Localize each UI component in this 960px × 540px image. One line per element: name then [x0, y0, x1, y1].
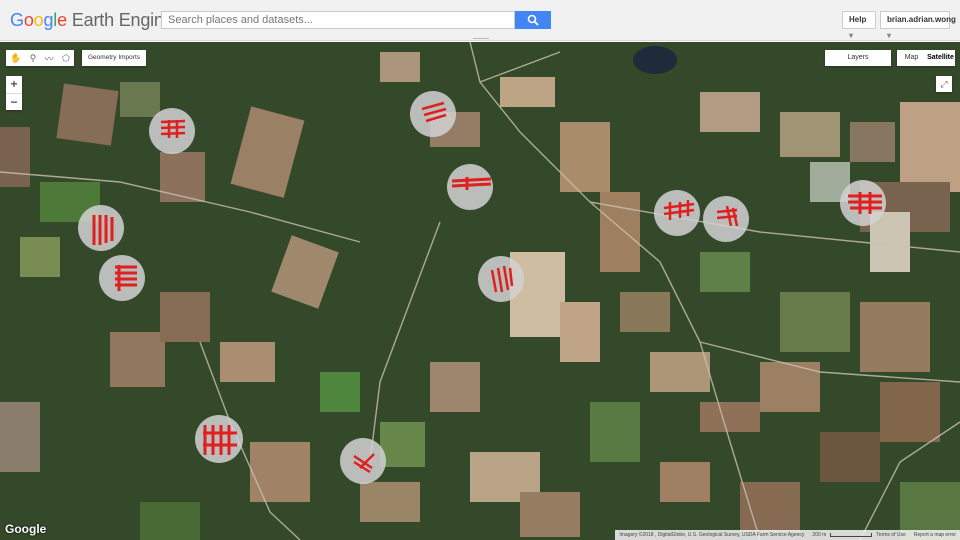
zoom-control: + − [6, 76, 22, 110]
detected-rows-icon [160, 119, 186, 138]
highlighted-site-8[interactable] [703, 196, 749, 242]
polygon-icon[interactable]: ⬠ [62, 53, 70, 64]
drawing-tools: ✋ ⚲ 〰 ⬠ [6, 50, 74, 66]
zoom-in-button[interactable]: + [6, 76, 22, 94]
map-type-map-button[interactable]: Map [897, 50, 926, 66]
zoom-out-button[interactable]: − [6, 94, 22, 111]
map-type-satellite-button[interactable]: Satellite [926, 50, 955, 66]
highlighted-site-3[interactable] [447, 164, 493, 210]
google-watermark: Google [5, 522, 47, 536]
detected-rows-icon [353, 453, 375, 474]
highlighted-site-4[interactable] [78, 205, 124, 251]
highlighted-site-2[interactable] [410, 91, 456, 137]
detected-rows-icon [421, 101, 447, 123]
detected-rows-icon [490, 265, 514, 293]
detected-rows-icon [451, 177, 492, 190]
hand-pan-icon[interactable]: ✋ [10, 53, 21, 64]
highlighted-site-11[interactable] [340, 438, 386, 484]
detected-rows-icon [663, 200, 695, 220]
detected-rows-icon [92, 215, 114, 245]
user-account-button[interactable]: brian.adrian.wong ▾ [880, 11, 956, 40]
search-input[interactable]: Search places and datasets... [161, 11, 515, 29]
polyline-icon[interactable]: 〰 [45, 52, 54, 65]
top-bar: Google Earth Engine Search places and dat… [0, 0, 960, 43]
chevron-down-icon: ▾ [849, 31, 854, 40]
fullscreen-icon[interactable]: ⤢ [936, 76, 952, 92]
layers-button[interactable]: Layers [825, 50, 891, 66]
highlighted-site-1[interactable] [149, 108, 195, 154]
marker-icon[interactable]: ⚲ [30, 53, 37, 64]
highlighted-site-7[interactable] [654, 190, 700, 236]
imagery-attribution: Imagery ©2018 , DigitalGlobe, U.S. Geolo… [619, 532, 805, 538]
highlighted-site-9[interactable] [840, 180, 886, 226]
detected-rows-icon [115, 265, 137, 291]
detected-rows-icon [848, 192, 882, 214]
report-map-error-link[interactable]: Report a map error [910, 532, 960, 538]
search-icon [527, 14, 539, 26]
scale-label[interactable]: 200 m [808, 532, 830, 538]
satellite-map[interactable]: ✋ ⚲ 〰 ⬠ Geometry Imports + − Layers Map … [0, 42, 960, 540]
highlighted-site-5[interactable] [99, 255, 145, 301]
terms-of-use-link[interactable]: Terms of Use [872, 532, 909, 538]
map-attribution-bar: Imagery ©2018 , DigitalGlobe, U.S. Geolo… [615, 530, 960, 540]
geometry-imports-button[interactable]: Geometry Imports [82, 50, 147, 66]
search-button[interactable] [515, 11, 551, 29]
highlighted-site-6[interactable] [478, 256, 524, 302]
detected-rows-icon [203, 425, 237, 455]
help-button[interactable]: Help ▾ [842, 11, 876, 40]
highlighted-site-10[interactable] [195, 415, 243, 463]
detected-rows-icon [716, 205, 739, 227]
map-type-toggle: Map Satellite [897, 50, 955, 66]
product-name: Earth Engine [71, 10, 174, 30]
chevron-down-icon: ▾ [887, 31, 892, 40]
google-earth-engine-logo[interactable]: Google Earth Engine [10, 10, 174, 31]
scale-bar [830, 533, 873, 537]
